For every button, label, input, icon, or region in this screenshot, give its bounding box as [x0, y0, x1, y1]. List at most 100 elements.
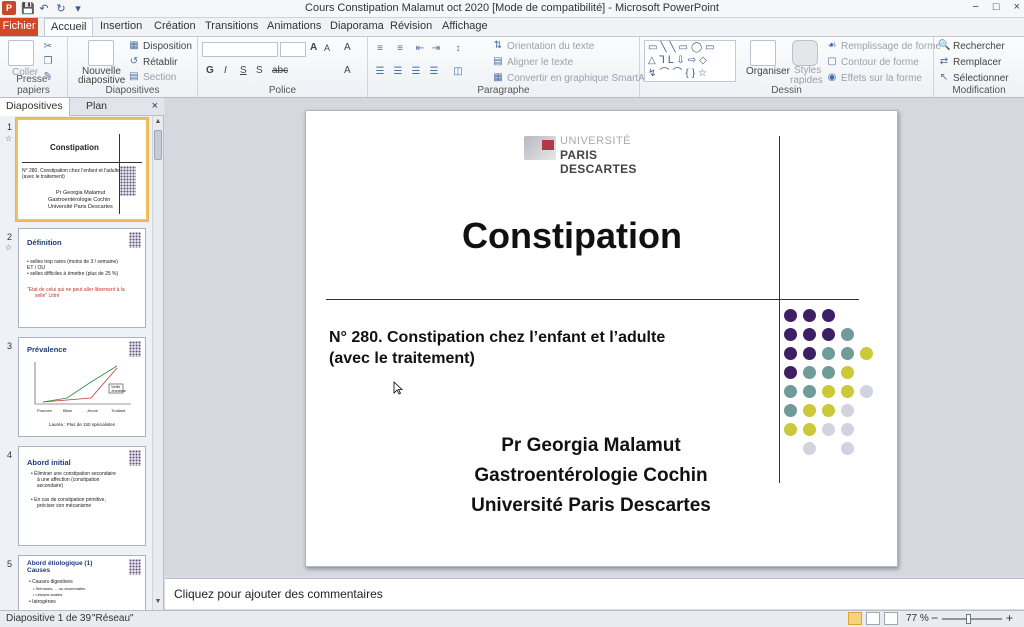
thumb-dots	[129, 341, 141, 357]
replace-button[interactable]: ⇄ Remplacer	[938, 56, 1002, 68]
increase-indent-icon[interactable]: ⇥	[430, 43, 442, 55]
tab-transitions[interactable]: Transitions	[199, 18, 264, 36]
clear-format-button[interactable]: A	[344, 42, 351, 53]
new-slide-icon[interactable]	[88, 40, 114, 66]
align-left-icon[interactable]: ☰	[374, 66, 386, 78]
tab-affichage[interactable]: Affichage	[436, 18, 494, 36]
tab-slides[interactable]: Diapositives	[0, 98, 70, 116]
select-button[interactable]: ↖ Sélectionner	[938, 72, 1009, 84]
zoom-slider-knob[interactable]	[966, 614, 971, 624]
text-direction-button[interactable]: ⇅ Orientation du texte	[492, 40, 594, 52]
decorative-dot	[803, 442, 816, 455]
tab-fichier[interactable]: Fichier	[0, 18, 38, 36]
author-block[interactable]: Pr Georgia Malamut Gastroentérologie Coc…	[426, 431, 756, 521]
logo-text-line1: UNIVERSITÉ	[560, 135, 632, 147]
arrange-button[interactable]: Organiser	[746, 66, 790, 77]
copy-icon[interactable]: ❐	[42, 56, 54, 68]
close-button[interactable]: ×	[1014, 1, 1020, 13]
justify-icon[interactable]: ☰	[428, 66, 440, 78]
numbering-icon[interactable]: ≡	[394, 43, 406, 55]
thumb-xlabel: Jeune	[87, 408, 98, 413]
bullets-icon[interactable]: ≡	[374, 43, 386, 55]
subtitle-line: (avec le traitement)	[329, 350, 475, 367]
group-label-editing: Modification	[952, 85, 1006, 96]
decorative-dot	[803, 423, 816, 436]
align-right-icon[interactable]: ☰	[410, 66, 422, 78]
current-slide[interactable]: UNIVERSITÉ PARIS DESCARTES Constipation …	[305, 110, 898, 567]
slide-title[interactable]: Constipation	[306, 215, 838, 257]
shapes-gallery[interactable]: ▭╲╲▭◯▭ △ᒣᒪ⇩⇨◇ ↯⌒⌒{}☆	[644, 40, 736, 82]
slide-subtitle[interactable]: N° 280. Constipation chez l’enfant et l’…	[329, 327, 665, 369]
smartart-button[interactable]: ▦ Convertir en graphique SmartArt	[492, 72, 651, 84]
layout-button[interactable]: ▦ Disposition	[128, 40, 192, 52]
binoculars-icon: 🔍	[938, 40, 951, 51]
decrease-indent-icon[interactable]: ⇤	[414, 43, 426, 55]
slide-sorter-icon[interactable]	[866, 612, 880, 625]
tab-insertion[interactable]: Insertion	[94, 18, 148, 36]
minimize-button[interactable]: −	[972, 1, 978, 13]
thumb-caption: Lauréa : Plus de 150 spécialistes	[49, 422, 116, 427]
thumb-chart-series	[42, 365, 118, 403]
shape-effects-button[interactable]: ◉ Effets sur la forme	[826, 72, 922, 84]
decorative-dot	[784, 366, 797, 379]
close-panel-icon[interactable]: ×	[152, 100, 158, 112]
notes-pane[interactable]: Cliquez pour ajouter des commentaires	[165, 578, 1024, 609]
tab-outline[interactable]: Plan	[80, 98, 113, 116]
zoom-level[interactable]: 77 %	[906, 613, 929, 624]
mouse-cursor-icon	[393, 381, 403, 395]
tab-creation[interactable]: Création	[148, 18, 202, 36]
thumb-dots	[129, 450, 141, 466]
cut-icon[interactable]: ✂	[42, 41, 54, 53]
slide-thumbnail-1[interactable]: Constipation N° 280. Constipation chez l…	[16, 118, 148, 221]
font-name-field[interactable]	[202, 42, 278, 57]
columns-icon[interactable]: ◫	[452, 66, 464, 78]
align-text-button[interactable]: ▤ Aligner le texte	[492, 56, 573, 68]
section-button[interactable]: ▤ Section	[128, 71, 176, 83]
zoom-out-button[interactable]: −	[931, 611, 938, 625]
arrange-icon[interactable]	[750, 40, 776, 66]
tab-revision[interactable]: Révision	[384, 18, 438, 36]
group-font: A A A G I S S abc A Police	[198, 37, 368, 97]
shape-outline-button[interactable]: ▢ Contour de forme	[826, 56, 919, 68]
thumb-chart	[34, 362, 131, 405]
thumb-author: Université Paris Descartes	[48, 204, 113, 210]
slide-thumbnail-3[interactable]: Prévalence Pourcen Bilan Jeune Troillard…	[18, 337, 146, 437]
normal-view-icon[interactable]	[848, 612, 862, 625]
author-department: Gastroentérologie Cochin	[474, 465, 708, 486]
font-size-field[interactable]	[280, 42, 306, 57]
decorative-dot	[803, 404, 816, 417]
underline-button[interactable]: S	[240, 65, 247, 76]
grow-font-button[interactable]: A	[310, 42, 317, 53]
zoom-in-button[interactable]: +	[1006, 611, 1013, 625]
tab-animations[interactable]: Animations	[261, 18, 327, 36]
reset-button[interactable]: ↺ Rétablir	[128, 56, 178, 68]
strikethrough-button[interactable]: abc	[272, 65, 288, 76]
decorative-dot	[784, 423, 797, 436]
bold-button[interactable]: G	[206, 65, 214, 76]
thumbnail-list: 1 ☆ Constipation N° 280. Constipation ch…	[0, 116, 152, 610]
tab-accueil[interactable]: Accueil	[44, 18, 94, 37]
scroll-up-icon[interactable]: ▲	[154, 118, 162, 128]
font-color-button[interactable]: A	[344, 65, 351, 76]
scroll-thumb[interactable]	[154, 130, 162, 160]
slide-thumbnail-4[interactable]: Abord initial • Éliminer une constipatio…	[18, 446, 146, 546]
shrink-font-button[interactable]: A	[324, 43, 330, 53]
slide-thumbnail-5[interactable]: Abord étiologique (1) Causes • Causes di…	[18, 555, 146, 610]
tab-diaporama[interactable]: Diaporama	[324, 18, 390, 36]
align-center-icon[interactable]: ☰	[392, 66, 404, 78]
shadow-button[interactable]: S	[256, 65, 263, 76]
zoom-slider[interactable]	[942, 618, 1002, 620]
theme-name[interactable]: "Réseau"	[92, 613, 134, 624]
maximize-button[interactable]: □	[993, 1, 1000, 13]
shape-fill-button[interactable]: ☙ Remplissage de forme	[826, 40, 942, 52]
line-spacing-icon[interactable]: ↕	[452, 43, 464, 55]
italic-button[interactable]: I	[224, 65, 227, 76]
thumbnail-scrollbar[interactable]: ▲ ▼	[152, 116, 163, 610]
find-button[interactable]: 🔍 Rechercher	[938, 40, 1005, 52]
reading-view-icon[interactable]	[884, 612, 898, 625]
slide-thumbnail-2[interactable]: Définition • selles trop rares (moins de…	[18, 228, 146, 328]
scroll-down-icon[interactable]: ▼	[154, 598, 162, 608]
paste-icon[interactable]	[8, 40, 34, 66]
quick-styles-icon[interactable]	[792, 40, 818, 66]
decorative-dot	[803, 366, 816, 379]
